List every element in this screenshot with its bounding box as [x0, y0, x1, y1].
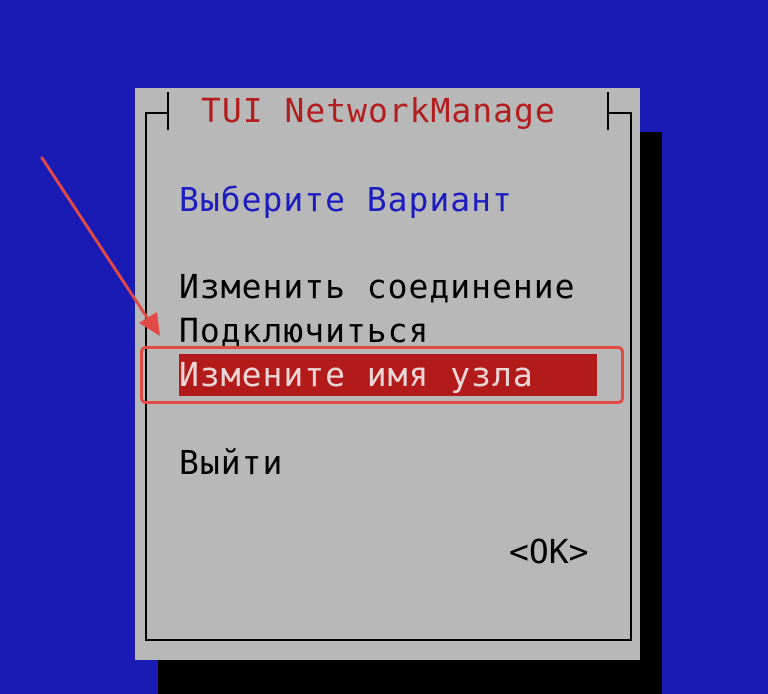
annotation-arrow-icon — [40, 156, 160, 336]
